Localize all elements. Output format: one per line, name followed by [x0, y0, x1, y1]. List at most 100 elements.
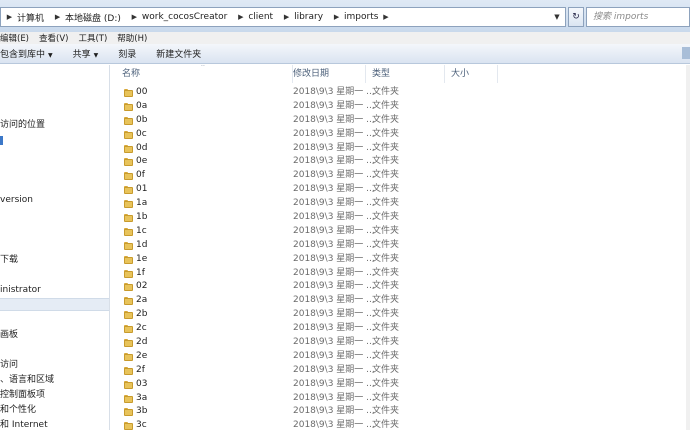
chevron-right-icon[interactable]: ▶ — [380, 13, 391, 21]
file-row[interactable]: 0e 2018\9\3 星期一 ... 文件夹 — [110, 155, 690, 169]
file-type: 文件夹 — [372, 156, 400, 167]
breadcrumb-imports[interactable]: ▶ imports ▶ — [328, 8, 394, 26]
chevron-right-icon[interactable]: ▶ — [235, 13, 246, 21]
file-type: 文件夹 — [372, 239, 400, 250]
file-row[interactable]: 2b 2018\9\3 星期一 ... 文件夹 — [110, 308, 690, 322]
menu-help[interactable]: 帮助(H) — [112, 32, 152, 44]
folder-icon — [124, 297, 133, 306]
column-label: 修改日期 — [293, 69, 330, 79]
file-row[interactable]: 01 2018\9\3 星期一 ... 文件夹 — [110, 183, 690, 197]
file-row[interactable]: 0f 2018\9\3 星期一 ... 文件夹 — [110, 169, 690, 183]
button-label: 包含到库中 — [0, 50, 46, 60]
chevron-right-icon[interactable]: ▶ — [52, 13, 63, 21]
file-row[interactable]: 2f 2018\9\3 星期一 ... 文件夹 — [110, 364, 690, 378]
chevron-right-icon[interactable]: ▶ — [129, 13, 140, 21]
file-row[interactable]: 2d 2018\9\3 星期一 ... 文件夹 — [110, 336, 690, 350]
include-in-library-button[interactable]: 包含到库中 ▼ — [0, 47, 63, 60]
chevron-right-icon[interactable]: ▶ — [331, 13, 342, 21]
breadcrumb-library[interactable]: ▶ library — [278, 8, 328, 26]
file-row[interactable]: 1a 2018\9\3 星期一 ... 文件夹 — [110, 197, 690, 211]
nav-item-language-region[interactable]: 、语言和区域 — [0, 374, 109, 387]
command-bar: 包含到库中 ▼ 共享 ▼ 刻录 新建文件夹 — [0, 44, 690, 64]
column-size-header[interactable]: 大小 — [445, 65, 498, 83]
file-row[interactable]: 0a 2018\9\3 星期一 ... 文件夹 — [110, 100, 690, 114]
chevron-right-icon[interactable]: ▶ — [281, 13, 292, 21]
button-label: 共享 — [72, 50, 91, 60]
column-name-header[interactable]: 名称 — [116, 65, 293, 83]
nav-item-selected[interactable] — [0, 298, 109, 311]
file-row[interactable]: 2e 2018\9\3 星期一 ... 文件夹 — [110, 350, 690, 364]
file-name: 3b — [136, 406, 148, 417]
file-type: 文件夹 — [372, 212, 400, 223]
file-date: 2018\9\3 星期一 ... — [293, 281, 375, 292]
file-type: 文件夹 — [372, 281, 400, 292]
folder-icon — [124, 422, 133, 430]
file-row[interactable]: 2c 2018\9\3 星期一 ... 文件夹 — [110, 322, 690, 336]
new-folder-button[interactable]: 新建文件夹 — [146, 47, 211, 60]
breadcrumb-drive[interactable]: ▶ 本地磁盘 (D:) — [49, 8, 126, 26]
file-row[interactable]: 02 2018\9\3 星期一 ... 文件夹 — [110, 280, 690, 294]
column-type-header[interactable]: 类型 — [366, 65, 445, 83]
file-row[interactable]: 0c 2018\9\3 星期一 ... 文件夹 — [110, 128, 690, 142]
refresh-button[interactable]: ↻ — [568, 7, 584, 27]
breadcrumb-label: imports — [344, 12, 379, 22]
nav-item-version[interactable]: version — [0, 194, 109, 207]
nav-item-downloads[interactable]: 下载 — [0, 254, 109, 267]
file-row[interactable]: 3c 2018\9\3 星期一 ... 文件夹 — [110, 419, 690, 430]
file-row[interactable]: 3a 2018\9\3 星期一 ... 文件夹 — [110, 392, 690, 406]
file-name: 2d — [136, 337, 148, 348]
folder-icon — [124, 200, 133, 209]
address-bar[interactable]: ▶ 计算机 ▶ 本地磁盘 (D:) ▶ work_cocosCreator ▶ … — [0, 7, 566, 27]
file-row[interactable]: 3b 2018\9\3 星期一 ... 文件夹 — [110, 405, 690, 419]
burn-button[interactable]: 刻录 — [108, 47, 146, 60]
folder-icon — [124, 325, 133, 334]
menu-bar: 编辑(E) 查看(V) 工具(T) 帮助(H) — [0, 32, 690, 44]
menu-view[interactable]: 查看(V) — [34, 32, 73, 44]
file-type: 文件夹 — [372, 198, 400, 209]
file-date: 2018\9\3 星期一 ... — [293, 295, 375, 306]
file-name: 0a — [136, 100, 148, 111]
history-dropdown-icon[interactable]: ▼ — [551, 10, 563, 24]
file-row[interactable]: 03 2018\9\3 星期一 ... 文件夹 — [110, 378, 690, 392]
search-input[interactable]: 搜索 imports — [586, 7, 690, 27]
nav-item-administrator[interactable]: inistrator — [0, 284, 109, 297]
nav-item-recent-places[interactable]: 访问的位置 — [0, 119, 109, 132]
chevron-down-icon: ▼ — [93, 52, 99, 59]
change-view-button[interactable] — [682, 47, 690, 59]
file-name: 1a — [136, 198, 148, 209]
file-name: 2a — [136, 295, 148, 306]
file-row[interactable]: 00 2018\9\3 星期一 ... 文件夹 — [110, 86, 690, 100]
chevron-right-icon[interactable]: ▶ — [4, 13, 15, 21]
file-name: 0f — [136, 170, 145, 181]
nav-item-control-panel[interactable]: 控制面板项 — [0, 389, 109, 402]
file-row[interactable]: 1b 2018\9\3 星期一 ... 文件夹 — [110, 211, 690, 225]
folder-icon — [124, 130, 133, 139]
file-row[interactable]: 1c 2018\9\3 星期一 ... 文件夹 — [110, 225, 690, 239]
file-row[interactable]: 0d 2018\9\3 星期一 ... 文件夹 — [110, 142, 690, 156]
nav-item-panel[interactable]: 画板 — [0, 329, 109, 342]
nav-item-personalization[interactable]: 和个性化 — [0, 404, 109, 417]
file-row[interactable]: 1e 2018\9\3 星期一 ... 文件夹 — [110, 253, 690, 267]
nav-item-label: 下载 — [0, 255, 19, 265]
file-row[interactable]: 0b 2018\9\3 星期一 ... 文件夹 — [110, 114, 690, 128]
file-name: 02 — [136, 281, 148, 292]
nav-item-access[interactable]: 访问 — [0, 359, 109, 372]
share-button[interactable]: 共享 ▼ — [63, 47, 109, 60]
nav-item-internet[interactable]: 和 Internet — [0, 419, 109, 430]
file-type: 文件夹 — [372, 295, 400, 306]
menu-edit[interactable]: 编辑(E) — [0, 32, 34, 44]
menu-tools[interactable]: 工具(T) — [73, 32, 112, 44]
folder-icon — [124, 283, 133, 292]
file-row[interactable]: 1f 2018\9\3 星期一 ... 文件夹 — [110, 267, 690, 281]
breadcrumb-work[interactable]: ▶ work_cocosCreator — [126, 8, 232, 26]
file-row[interactable]: 2a 2018\9\3 星期一 ... 文件夹 — [110, 294, 690, 308]
nav-item-label: 画板 — [0, 330, 19, 340]
scrollbar[interactable] — [686, 65, 690, 430]
breadcrumb-client[interactable]: ▶ client — [232, 8, 278, 26]
column-label: 大小 — [451, 69, 470, 79]
folder-icon — [124, 116, 133, 125]
file-row[interactable]: 1d 2018\9\3 星期一 ... 文件夹 — [110, 239, 690, 253]
breadcrumb-computer[interactable]: ▶ 计算机 — [1, 8, 49, 26]
file-type: 文件夹 — [372, 114, 400, 125]
column-date-header[interactable]: 修改日期 — [287, 65, 366, 83]
